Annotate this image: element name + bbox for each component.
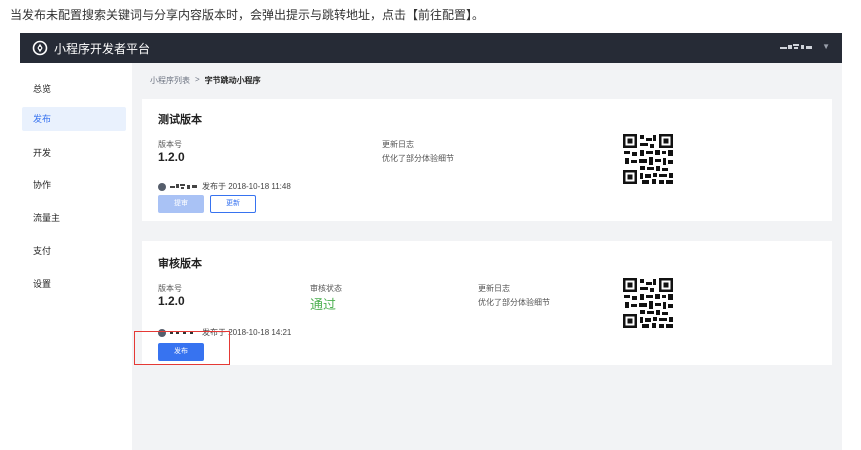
sidebar: 总览 发布 开发 协作 流量主 支付 设置 [20, 63, 132, 450]
app-window: 小程序开发者平台 ▼ 总览 发布 开发 协作 流量主 支付 设置 小程序列表 >… [20, 33, 842, 450]
username-redacted [780, 44, 813, 49]
avatar [158, 182, 166, 191]
card-title: 测试版本 [158, 114, 202, 126]
sidebar-item-collaborate[interactable]: 协作 [22, 173, 126, 197]
card-title: 审核版本 [158, 258, 202, 270]
version-label: 版本号 [158, 284, 182, 293]
publish-time: 发布于 2018-10-18 11:48 [202, 182, 291, 191]
review-status-value: 通过 [310, 297, 337, 312]
review-status-label: 审核状态 [310, 284, 342, 293]
breadcrumb-separator: > [195, 75, 200, 84]
brand[interactable]: 小程序开发者平台 [32, 39, 150, 57]
user-menu[interactable]: ▼ [780, 42, 830, 52]
publisher-name-redacted [170, 184, 197, 189]
main-content: 小程序列表 > 字节跳动小程序 测试版本 版本号 1.2.0 更新日志 优化了部… [132, 63, 842, 450]
update-button[interactable]: 更新 [210, 195, 256, 213]
review-version-card: 审核版本 版本号 1.2.0 审核状态 通过 更新日志 优化了部分体验细节 发布… [142, 241, 832, 365]
sidebar-item-overview[interactable]: 总览 [22, 77, 126, 101]
version-value: 1.2.0 [158, 294, 185, 308]
top-bar: 小程序开发者平台 ▼ [20, 33, 842, 63]
test-version-card: 测试版本 版本号 1.2.0 更新日志 优化了部分体验细节 发布于 2018-1… [142, 99, 832, 221]
qr-code-icon [622, 133, 674, 185]
breadcrumb-parent[interactable]: 小程序列表 [150, 75, 190, 86]
sidebar-item-publish[interactable]: 发布 [22, 107, 126, 131]
chevron-down-icon[interactable]: ▼ [822, 42, 830, 52]
sidebar-item-traffic[interactable]: 流量主 [22, 206, 126, 230]
sidebar-item-payment[interactable]: 支付 [22, 239, 126, 263]
submit-review-button[interactable]: 提审 [158, 195, 204, 213]
sidebar-item-develop[interactable]: 开发 [22, 141, 126, 165]
publisher-info: 发布于 2018-10-18 11:48 [158, 181, 291, 192]
changelog-value: 优化了部分体验细节 [382, 154, 454, 163]
highlight-box [134, 331, 230, 365]
changelog-label: 更新日志 [382, 140, 414, 149]
version-label: 版本号 [158, 140, 182, 149]
changelog-value: 优化了部分体验细节 [478, 298, 550, 307]
app-title: 小程序开发者平台 [54, 41, 151, 56]
breadcrumb-current: 字节跳动小程序 [204, 76, 261, 85]
sidebar-item-settings[interactable]: 设置 [22, 272, 126, 296]
version-value: 1.2.0 [158, 150, 185, 164]
changelog-label: 更新日志 [478, 284, 510, 293]
breadcrumb: 小程序列表 > 字节跳动小程序 [150, 75, 261, 86]
qr-code-icon [622, 277, 674, 329]
compass-logo-icon [32, 40, 48, 56]
page-caption: 当发布未配置搜索关键词与分享内容版本时，会弹出提示与跳转地址，点击【前往配置】。 [10, 8, 485, 22]
